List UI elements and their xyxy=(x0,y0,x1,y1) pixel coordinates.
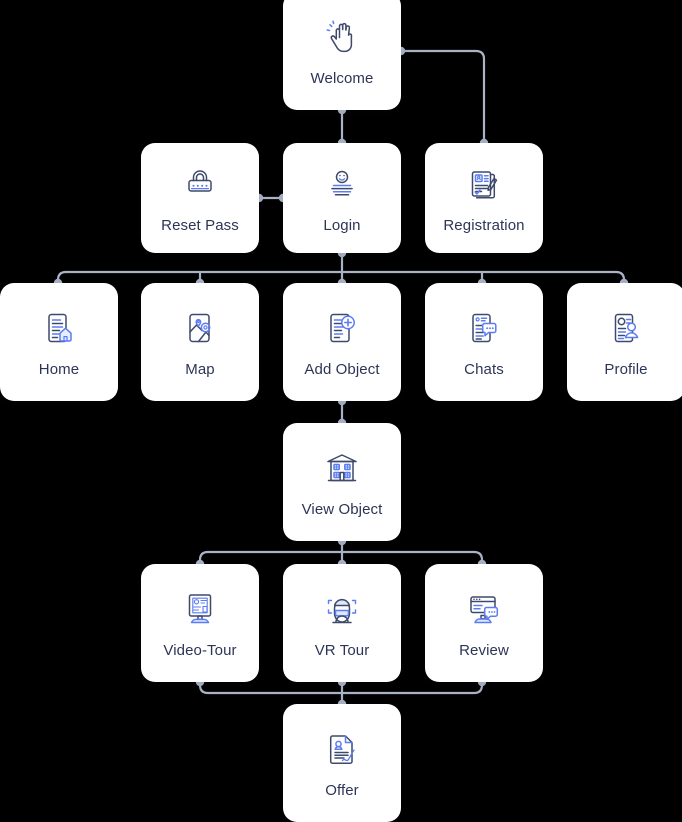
node-label: Home xyxy=(38,361,80,378)
node-label: Reset Pass xyxy=(161,217,239,234)
login-user-icon xyxy=(319,161,365,207)
node-label: Map xyxy=(185,361,215,378)
padlock-password-icon xyxy=(177,161,223,207)
node-registration[interactable]: Registration xyxy=(425,143,543,253)
node-vr-tour[interactable]: VR Tour xyxy=(283,564,401,682)
edge-bus-videotour xyxy=(198,550,210,566)
node-view-object[interactable]: View Object xyxy=(283,423,401,541)
node-label: Offer xyxy=(325,782,359,799)
node-label: Welcome xyxy=(310,70,374,87)
node-reset-pass[interactable]: Reset Pass xyxy=(141,143,259,253)
node-add-object[interactable]: Add Object xyxy=(283,283,401,401)
registration-form-icon xyxy=(461,161,507,207)
edge-welcome-registration xyxy=(399,49,486,145)
home-listing-icon xyxy=(36,305,82,351)
video-monitor-icon xyxy=(177,586,223,632)
map-pin-icon xyxy=(177,305,223,351)
profile-user-icon xyxy=(603,305,649,351)
review-window-icon xyxy=(461,586,507,632)
node-label: Review xyxy=(459,642,509,659)
node-map[interactable]: Map xyxy=(141,283,259,401)
edge-bus-profile xyxy=(614,270,626,285)
node-home[interactable]: Home xyxy=(0,283,118,401)
node-label: Profile xyxy=(604,361,648,378)
node-label: Chats xyxy=(464,361,504,378)
node-label: Login xyxy=(323,217,361,234)
add-object-icon xyxy=(319,305,365,351)
node-login[interactable]: Login xyxy=(283,143,401,253)
node-review[interactable]: Review xyxy=(425,564,543,682)
connector-layer xyxy=(53,46,629,709)
vr-headset-face-icon xyxy=(319,586,365,632)
waving-hand-icon xyxy=(319,14,365,60)
node-offer[interactable]: Offer xyxy=(283,704,401,822)
node-chats[interactable]: Chats xyxy=(425,283,543,401)
node-profile[interactable]: Profile xyxy=(567,283,682,401)
chat-bubble-icon xyxy=(461,305,507,351)
node-label: Add Object xyxy=(304,361,380,378)
node-label: VR Tour xyxy=(314,642,370,659)
node-video-tour[interactable]: Video-Tour xyxy=(141,564,259,682)
building-house-icon xyxy=(319,445,365,491)
diagram-canvas: Welcome Reset Pass Login Registration Ho… xyxy=(0,0,682,822)
node-label: Video-Tour xyxy=(163,642,237,659)
node-label: View Object xyxy=(301,501,383,518)
edge-bus-home xyxy=(56,270,68,285)
node-label: Registration xyxy=(443,217,525,234)
offer-document-icon xyxy=(319,726,365,772)
bus-merge-row6 xyxy=(198,680,484,695)
node-welcome[interactable]: Welcome xyxy=(283,0,401,110)
edge-bus-review xyxy=(472,550,484,566)
